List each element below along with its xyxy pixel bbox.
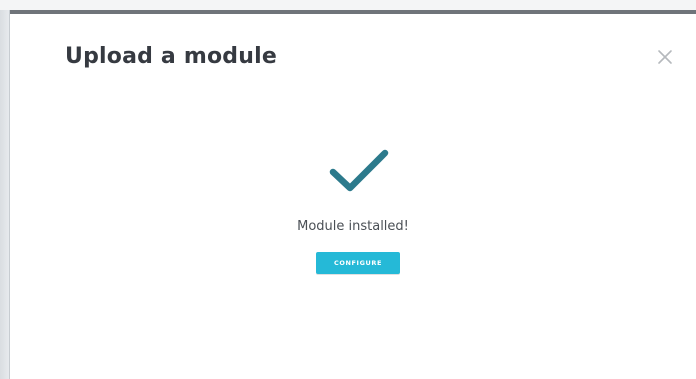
upload-module-modal: Upload a module Module installed! CONFIG…: [10, 10, 696, 379]
close-button[interactable]: [652, 44, 678, 70]
status-message: Module installed!: [297, 219, 409, 234]
modal-title: Upload a module: [65, 44, 277, 69]
page-top-strip: [0, 0, 696, 10]
checkmark-icon: [329, 149, 389, 192]
close-icon: [658, 50, 672, 64]
configure-button[interactable]: CONFIGURE: [316, 252, 400, 274]
page-left-edge: [0, 10, 10, 379]
